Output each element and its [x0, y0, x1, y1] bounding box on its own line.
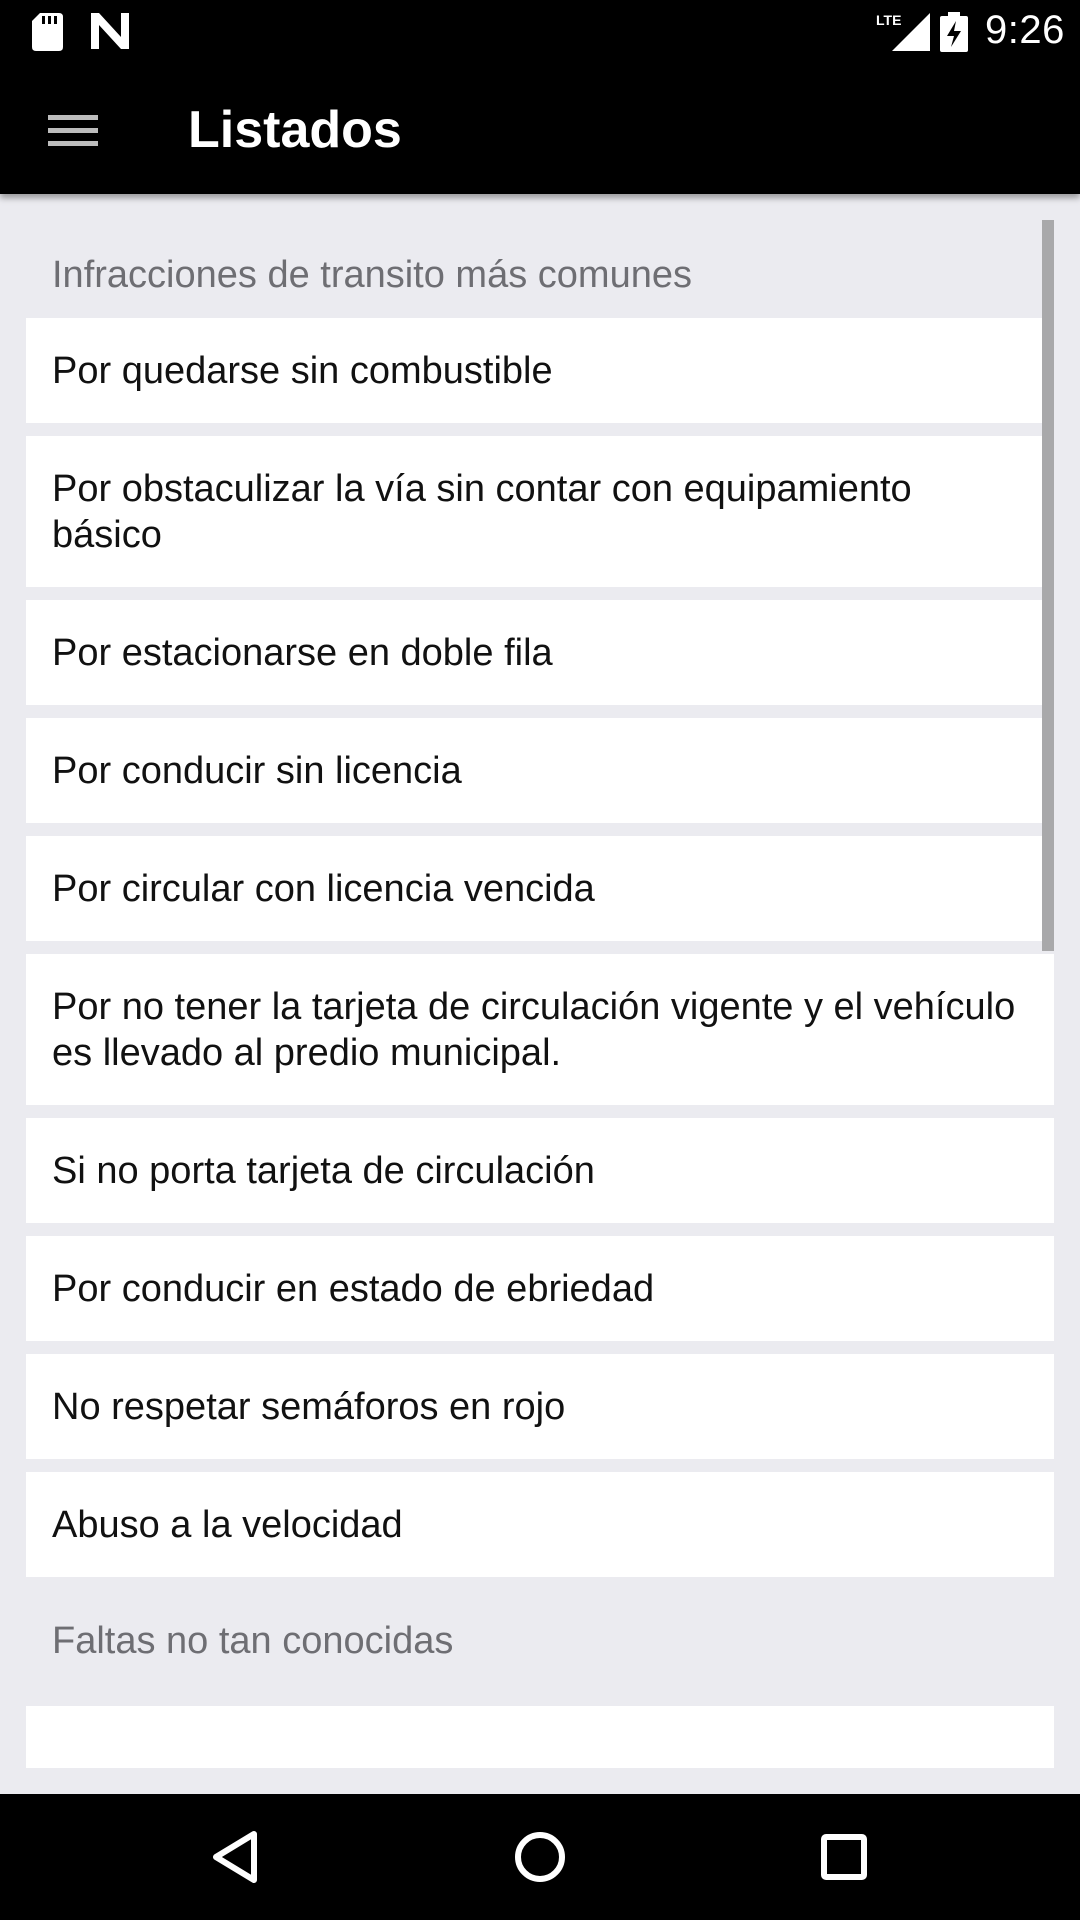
page-title: Listados	[188, 101, 402, 159]
battery-charging-icon	[940, 12, 968, 52]
list-item[interactable]: Por obstaculizar la vía sin contar con e…	[26, 436, 1054, 587]
status-time: 9:26	[985, 8, 1065, 52]
list-item-label: Por estacionarse en doble fila	[52, 631, 553, 674]
app-bar: Listados	[0, 63, 1080, 194]
list-item[interactable]: Por conducir sin licencia	[26, 718, 1054, 823]
scrollbar[interactable]	[1042, 220, 1054, 951]
list-item-label: Por conducir sin licencia	[52, 749, 462, 792]
list-item[interactable]: Por no tener la tarjeta de circulación v…	[26, 954, 1054, 1105]
sd-card-icon	[32, 13, 63, 51]
home-icon[interactable]	[500, 1822, 580, 1892]
list-bottom-spacer	[0, 1768, 1080, 1794]
lte-label: LTE	[876, 12, 901, 28]
list-item[interactable]: Abuso a la velocidad	[26, 1472, 1054, 1577]
list-item[interactable]: No respetar semáforos en rojo	[26, 1354, 1054, 1459]
recent-apps-icon[interactable]	[804, 1822, 884, 1892]
hamburger-menu-button[interactable]	[26, 87, 120, 171]
list-item[interactable]	[26, 1706, 1054, 1768]
list-item-label: Si no porta tarjeta de circulación	[52, 1149, 595, 1192]
section-header-lesser-known: Faltas no tan conocidas	[52, 1620, 454, 1662]
infractions-list[interactable]: Infracciones de transito más comunes Por…	[0, 194, 1080, 1768]
list-item-label: Abuso a la velocidad	[52, 1503, 403, 1546]
lte-signal-icon: LTE	[876, 12, 930, 51]
status-bar: LTE 9:26	[0, 0, 1080, 63]
list-item-label: Por obstaculizar la vía sin contar con e…	[52, 467, 912, 556]
hamburger-menu-icon	[48, 115, 98, 146]
list-item-label: Por circular con licencia vencida	[52, 867, 595, 910]
list-item-label: No respetar semáforos en rojo	[52, 1385, 566, 1428]
list-item-label: Por conducir en estado de ebriedad	[52, 1267, 655, 1310]
list-item[interactable]: Por circular con licencia vencida	[26, 836, 1054, 941]
n-notification-icon	[91, 13, 129, 49]
list-item-label: Por no tener la tarjeta de circulación v…	[52, 985, 1016, 1074]
navigation-bar	[0, 1794, 1080, 1920]
back-icon[interactable]	[196, 1822, 276, 1892]
list-item[interactable]: Por estacionarse en doble fila	[26, 600, 1054, 705]
list-item[interactable]: Por quedarse sin combustible	[26, 318, 1054, 423]
list-item-label: Por quedarse sin combustible	[52, 349, 553, 392]
list-item[interactable]: Por conducir en estado de ebriedad	[26, 1236, 1054, 1341]
section-header-common: Infracciones de transito más comunes	[52, 254, 692, 296]
list-item[interactable]: Si no porta tarjeta de circulación	[26, 1118, 1054, 1223]
